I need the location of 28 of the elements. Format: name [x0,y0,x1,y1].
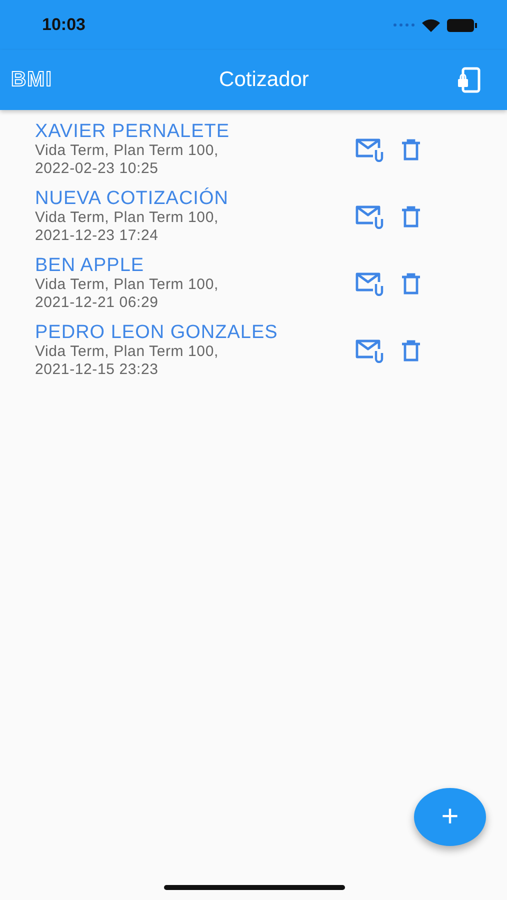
app-title: Cotizador [219,68,309,92]
quote-name[interactable]: BEN APPLE [35,255,345,276]
email-attachment-button[interactable] [355,138,385,162]
phone-lock-icon[interactable] [456,67,481,93]
quote-date: 2022-02-23 10:25 [35,160,160,178]
add-button[interactable]: + [414,788,486,846]
status-time: 10:03 [42,15,86,35]
email-attachment-button[interactable] [355,204,385,228]
email-attachment-button[interactable] [355,338,385,362]
quote-plan: Vida Term, Plan Term 100, [35,209,220,227]
quote-name[interactable]: NUEVA COTIZACIÓN [35,188,345,209]
wifi-icon [421,18,441,32]
signal-icon [393,23,415,27]
quote-name[interactable]: PEDRO LEON GONZALES [35,322,345,343]
battery-icon [447,18,477,32]
quote-plan: Vida Term, Plan Term 100, [35,276,220,294]
quote-date: 2021-12-23 17:24 [35,227,160,245]
quote-name[interactable]: XAVIER PERNALETE [35,121,345,142]
quote-plan: Vida Term, Plan Term 100, [35,142,220,160]
quote-plan: Vida Term, Plan Term 100, [35,343,220,361]
logo: BMI [11,68,54,92]
quote-date: 2021-12-21 06:29 [35,294,160,312]
quote-date: 2021-12-15 23:23 [35,361,160,379]
email-attachment-button[interactable] [355,272,385,296]
delete-button[interactable] [401,272,421,294]
delete-button[interactable] [401,340,421,362]
delete-button[interactable] [401,206,421,228]
delete-button[interactable] [401,138,421,160]
